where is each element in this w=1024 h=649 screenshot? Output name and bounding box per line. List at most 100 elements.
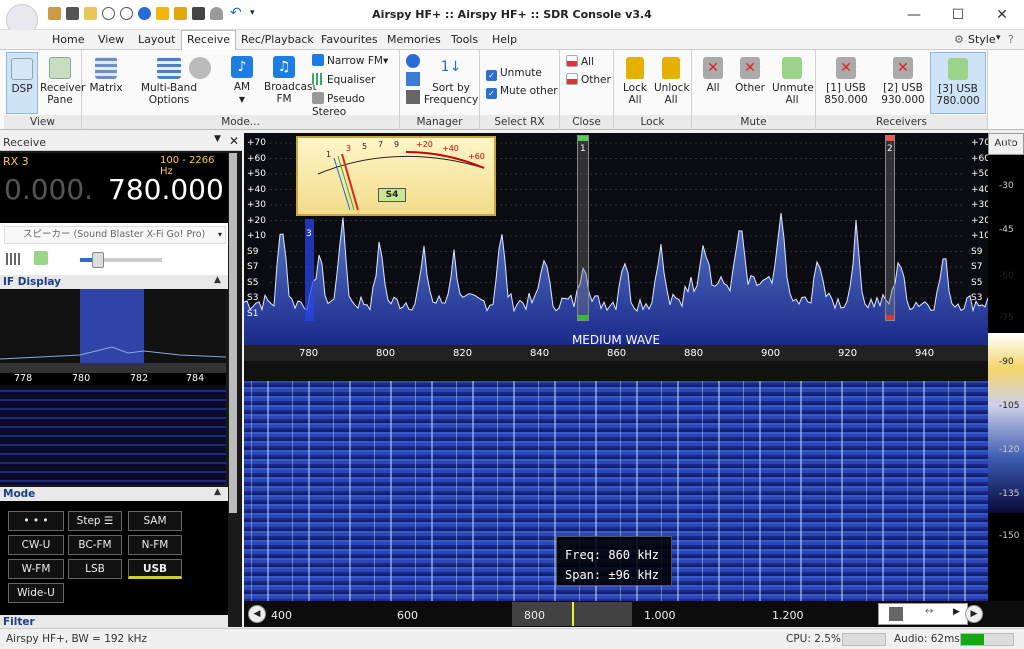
am-button[interactable]: ♪ AM ▼ [224, 56, 260, 106]
equaliser-button[interactable]: Equaliser [312, 73, 375, 87]
close-all-button[interactable]: All [566, 55, 594, 69]
if-spectrum[interactable] [0, 289, 226, 373]
mode-more-button[interactable]: • • • [8, 511, 64, 531]
marker-rx1-label: 1 [580, 144, 586, 154]
menu-help[interactable]: Help [492, 33, 517, 46]
mute-other-icon: ✕ [740, 57, 760, 79]
sort-by-frequency-button[interactable]: 1↓ Sort by Frequency [422, 55, 480, 106]
eq-bars-icon[interactable] [6, 253, 20, 265]
volume-slider-thumb[interactable] [92, 252, 104, 268]
menu-rec-playback[interactable]: Rec/Playback [241, 33, 314, 46]
scroll-left-icon[interactable]: ◀ [248, 605, 266, 623]
unlock-all-button[interactable]: Unlock All [652, 57, 690, 106]
status-device: Airspy HF+, BW = 192 kHz [6, 633, 148, 645]
audio-device-select[interactable]: スピーカー (Sound Blaster X-Fi Go! Pro) [4, 226, 226, 244]
menu-favourites[interactable]: Favourites [321, 33, 378, 46]
receiver-3-button[interactable]: [3] USB 780.000 [930, 52, 986, 114]
mute-all-button[interactable]: ✕ All [698, 57, 728, 94]
minimize-button[interactable]: — [894, 4, 934, 26]
swap-icon[interactable]: ↔ [925, 606, 933, 617]
close-button[interactable]: ✕ [982, 4, 1022, 26]
scroll-right-icon[interactable]: ▶ [965, 605, 983, 623]
style-gear-icon[interactable]: ⚙ [954, 33, 964, 46]
receiver-pane-button[interactable]: Receiver Pane [40, 57, 85, 106]
if-display-header[interactable]: IF Display [0, 275, 228, 289]
spectrum-xlabel: 820 [453, 348, 473, 359]
panel-dropdown-icon[interactable]: ▼ [214, 134, 221, 144]
band-overview[interactable]: ◀ 400 600 800 1.000 1.200 ↔ ▶ ▶ [244, 601, 1024, 627]
status-audio: Audio: 62ms [894, 633, 960, 645]
s-meter[interactable]: 1 3 5 7 9 +20 +40 +60 S4 [296, 136, 496, 216]
sort-icon: 1↓ [440, 59, 462, 75]
status-cpu: CPU: 2.5% [786, 633, 841, 645]
smeter-tick-5: 5 [362, 142, 368, 151]
menu-home[interactable]: Home [52, 33, 84, 46]
mode-lsb-button[interactable]: LSB [68, 559, 122, 579]
mode-sam-button[interactable]: SAM [128, 511, 182, 531]
spectrum-waterfall-divider[interactable] [244, 361, 988, 381]
style-menu[interactable]: Style [968, 33, 996, 46]
colorbar[interactable]: Auto -15 -30 -45 -60 -75 -90 -105 -120 -135 -150 [988, 133, 1024, 601]
if-trace [0, 346, 226, 360]
menu-view[interactable]: View [98, 33, 124, 46]
menu-bar: Home View Layout Receive Rec/Playback Fa… [0, 30, 1024, 51]
receiver-1-button[interactable]: ✕ [1] USB 850.000 [820, 57, 872, 106]
spectrum-fill [244, 213, 988, 345]
panel-scrollbar[interactable] [229, 153, 237, 513]
mode-usb-button[interactable]: USB [128, 559, 182, 579]
receiver-2-button[interactable]: ✕ [2] USB 930.000 [876, 57, 930, 106]
filter-header[interactable]: Filter [0, 615, 228, 629]
am-label: AM [233, 81, 251, 93]
keyboard-icon[interactable] [406, 90, 420, 104]
narrow-fm-button[interactable]: Narrow FM▾ [312, 54, 388, 68]
smeter-reading: S4 [378, 188, 406, 202]
menu-tools[interactable]: Tools [451, 33, 478, 46]
menu-receive[interactable]: Receive [181, 30, 237, 51]
mode-step-button[interactable]: Step ☰ [68, 511, 122, 531]
mode-collapse-icon[interactable]: ▲ [214, 487, 221, 497]
help-icon[interactable]: ? [1008, 33, 1014, 46]
keyboard-small-icon[interactable] [889, 607, 903, 621]
waterfall-display[interactable]: Freq: 860 kHz Span: ±96 kHz [244, 381, 988, 601]
mute-other-checkbox[interactable]: ✓ Mute other [486, 85, 558, 99]
mute-all-label: All [706, 82, 720, 94]
mode-wfm-button[interactable]: W-FM [8, 559, 64, 579]
mode-cwu-button[interactable]: CW-U [8, 535, 64, 555]
menu-memories[interactable]: Memories [387, 33, 441, 46]
mute-other-button[interactable]: ✕ Other [732, 57, 768, 94]
spectrum-display[interactable]: MEDIUM WAVE 1 2 3 1 3 5 7 9 +20 +40 +60 … [244, 133, 990, 361]
marker-rx1[interactable]: 1 [577, 135, 589, 321]
add-rx-icon[interactable] [406, 54, 420, 68]
audio-device-dropdown-icon[interactable]: ▾ [218, 230, 222, 239]
speaker-icon[interactable] [34, 251, 48, 265]
matrix-button[interactable]: Matrix [86, 57, 126, 94]
copy-rx-icon[interactable] [406, 72, 420, 86]
tooltip-span: Span: ±96 kHz [565, 568, 659, 582]
close-other-button[interactable]: Other [566, 73, 611, 87]
lock-all-button[interactable]: Lock All [618, 57, 652, 106]
unmute-all-button[interactable]: Unmute All [770, 57, 814, 106]
mode-bcfm-button[interactable]: BC-FM [68, 535, 122, 555]
marker-rx3[interactable]: 3 [305, 219, 314, 321]
panel-close-icon[interactable]: ✕ [229, 134, 239, 148]
spectrum-xlabel: 840 [530, 348, 550, 359]
menu-layout[interactable]: Layout [138, 33, 175, 46]
frequency-tooltip: Freq: 860 kHz Span: ±96 kHz [556, 536, 672, 586]
unmute-checkbox[interactable]: ✓ Unmute [486, 67, 542, 81]
smeter-tick-9: 9 [394, 140, 400, 149]
dsp-button[interactable]: DSP [6, 52, 38, 114]
mode-header[interactable]: Mode [0, 487, 228, 501]
style-dropdown-icon[interactable]: ▾ [996, 33, 1001, 43]
broadcast-fm-button[interactable]: ♫ Broadcast FM [258, 56, 317, 105]
tools-right-icon[interactable]: ▶ [953, 607, 960, 617]
frequency-display[interactable]: RX 3 100 - 2266 Hz 0.000. 780.000 [0, 153, 228, 223]
overview-tick-800: 800 [524, 609, 545, 622]
marker-rx2[interactable]: 2 [885, 135, 895, 321]
spectrum-ylabel: S3 [247, 293, 259, 303]
if-waterfall[interactable] [0, 385, 226, 485]
mode-nfm-button[interactable]: N-FM [128, 535, 182, 555]
if-display-collapse-icon[interactable]: ▲ [214, 275, 221, 285]
mode-wideu-button[interactable]: Wide-U [8, 583, 64, 603]
maximize-button[interactable]: ☐ [938, 4, 978, 26]
ribbon-group-receivers: ✕ [1] USB 850.000 ✕ [2] USB 930.000 [3] … [816, 50, 988, 130]
